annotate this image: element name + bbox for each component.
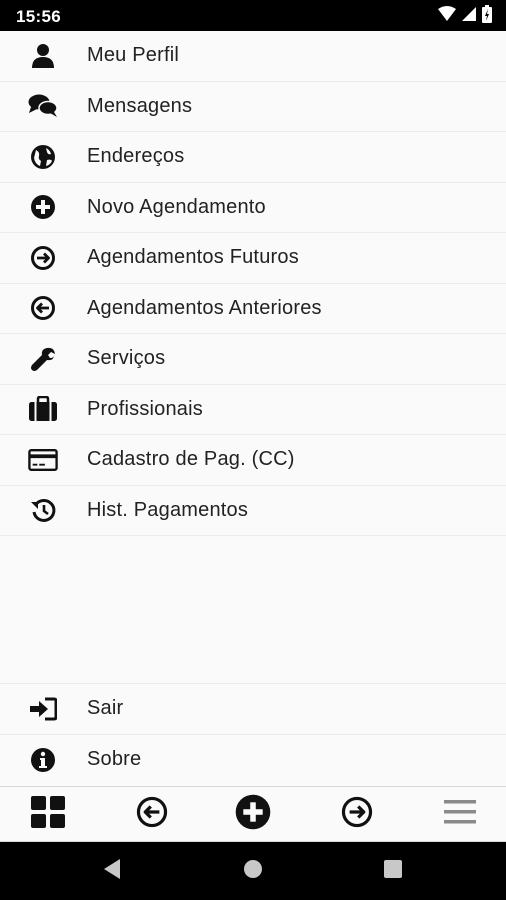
arrow-right-circle-icon	[341, 796, 373, 833]
credit-card-icon	[28, 445, 58, 475]
menu-item-cadastro-pag[interactable]: Cadastro de Pag. (CC)	[0, 435, 506, 486]
nav-back-button[interactable]	[82, 842, 142, 900]
tab-dashboard[interactable]	[18, 787, 78, 841]
wifi-icon	[438, 5, 456, 27]
user-icon	[28, 41, 58, 71]
menu-item-meu-perfil[interactable]: Meu Perfil	[0, 31, 506, 82]
menu-item-hist-pagamentos[interactable]: Hist. Pagamentos	[0, 486, 506, 536]
tab-forward[interactable]	[327, 787, 387, 841]
menu-item-novo-agendamento[interactable]: Novo Agendamento	[0, 183, 506, 233]
comments-icon	[28, 91, 58, 121]
signal-icon	[462, 6, 476, 26]
recents-square-icon	[384, 859, 402, 883]
plus-circle-icon	[28, 192, 58, 222]
menu-item-mensagens[interactable]: Mensagens	[0, 82, 506, 132]
status-bar: 15:56	[0, 0, 506, 31]
side-menu: Meu Perfil Mensagens Endereços Novo Agen…	[0, 31, 506, 536]
sign-in-icon	[28, 694, 58, 724]
globe-icon	[28, 142, 58, 172]
history-icon	[28, 495, 58, 525]
tab-menu[interactable]	[430, 787, 490, 841]
menu-item-agendamentos-futuros[interactable]: Agendamentos Futuros	[0, 233, 506, 284]
info-circle-icon	[28, 745, 58, 775]
menu-item-sair[interactable]: Sair	[0, 684, 506, 735]
menu-item-label: Hist. Pagamentos	[87, 498, 249, 521]
wrench-icon	[28, 344, 58, 374]
arrow-right-circle-icon	[28, 243, 58, 273]
arrow-left-circle-icon	[136, 796, 168, 833]
menu-item-enderecos[interactable]: Endereços	[0, 132, 506, 183]
nav-home-button[interactable]	[223, 842, 283, 900]
menu-item-profissionais[interactable]: Profissionais	[0, 385, 506, 435]
briefcase-icon	[28, 394, 58, 424]
menu-item-label: Sair	[87, 697, 124, 720]
tab-add[interactable]	[223, 787, 283, 841]
grid-icon	[31, 795, 65, 833]
menu-item-sobre[interactable]: Sobre	[0, 735, 506, 786]
menu-item-label: Mensagens	[87, 94, 193, 117]
status-icons	[438, 4, 492, 28]
system-navigation-bar	[0, 842, 506, 900]
menu-item-agendamentos-anteriores[interactable]: Agendamentos Anteriores	[0, 284, 506, 334]
nav-recents-button[interactable]	[363, 842, 423, 900]
back-triangle-icon	[102, 858, 122, 885]
home-circle-icon	[243, 859, 263, 884]
menu-item-label: Profissionais	[87, 397, 203, 420]
menu-item-label: Cadastro de Pag. (CC)	[87, 448, 295, 471]
arrow-left-circle-icon	[28, 293, 58, 323]
menu-item-label: Serviços	[87, 347, 166, 370]
status-time: 15:56	[16, 7, 61, 26]
battery-icon	[482, 4, 492, 28]
menu-item-servicos[interactable]: Serviços	[0, 334, 506, 385]
menu-item-label: Endereços	[87, 145, 185, 168]
plus-circle-icon	[235, 794, 271, 835]
bottom-tab-bar	[0, 786, 506, 842]
menu-item-label: Meu Perfil	[87, 44, 180, 67]
menu-item-label: Agendamentos Anteriores	[87, 296, 322, 319]
menu-item-label: Novo Agendamento	[87, 195, 266, 218]
bottom-menu: Sair Sobre	[0, 683, 506, 785]
hamburger-menu-icon	[444, 799, 476, 830]
tab-back[interactable]	[122, 787, 182, 841]
menu-item-label: Agendamentos Futuros	[87, 246, 299, 269]
menu-item-label: Sobre	[87, 748, 142, 771]
